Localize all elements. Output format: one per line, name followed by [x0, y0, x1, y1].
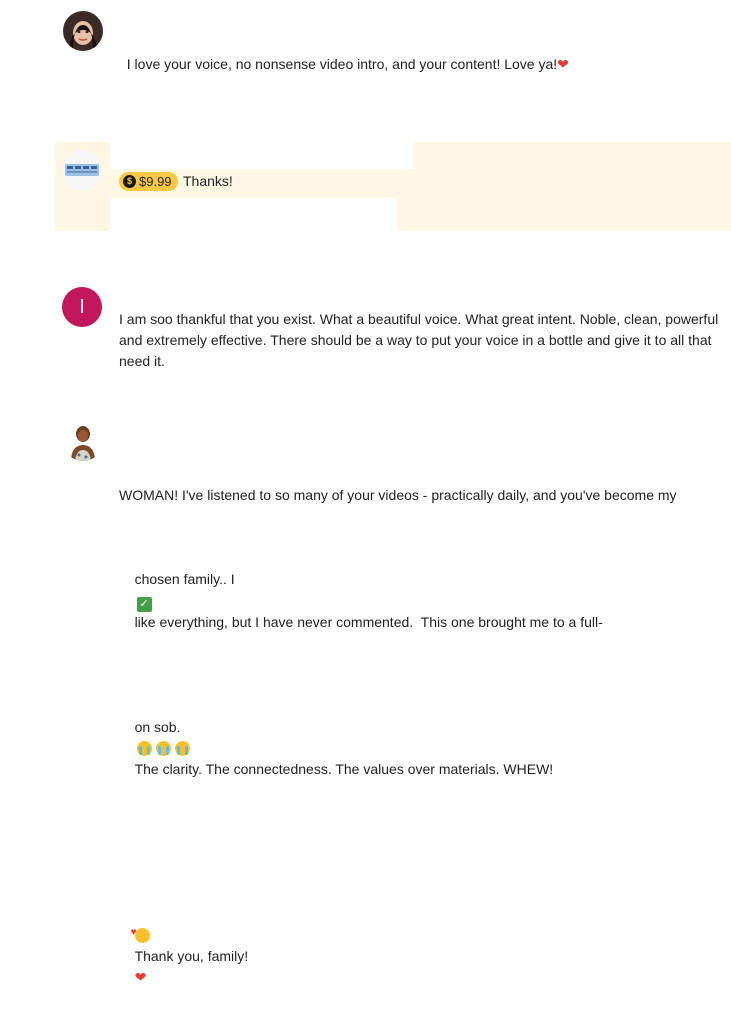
- avatar[interactable]: [63, 421, 103, 461]
- channel-logo-icon: [62, 150, 102, 190]
- heart-emoji-icon: ❤: [557, 56, 569, 72]
- smiling-face-with-hearts-icon: [131, 922, 150, 943]
- check-mark-icon: ✓: [136, 597, 152, 612]
- comment-text: WOMAN! I've listened to so many of your …: [119, 443, 719, 1030]
- comment-line: WOMAN! I've listened to so many of your …: [119, 487, 677, 503]
- highlight-mask: [110, 198, 397, 231]
- heart-emoji-icon: ❤: [134, 969, 147, 985]
- avatar[interactable]: [63, 11, 103, 51]
- comment-line: chosen family.. I ✓ like everything, but…: [134, 571, 603, 630]
- comment-line: on sob. The clarity. The connectedness. …: [134, 719, 554, 777]
- super-chat-amount: $9.99: [139, 174, 172, 189]
- avatar[interactable]: [62, 150, 102, 190]
- super-chat-message: Thanks!: [183, 173, 233, 189]
- crying-face-icon: [136, 741, 152, 756]
- avatar-initial[interactable]: I: [62, 287, 102, 327]
- super-chat-amount-badge: $ $9.99: [119, 172, 178, 191]
- comment-text: I am soo thankful that you exist. What a…: [119, 311, 719, 369]
- profile-photo-icon: [63, 11, 103, 51]
- dollar-shield-icon: $: [123, 175, 136, 188]
- crying-face-icon: [155, 741, 171, 756]
- profile-photo-icon: [63, 421, 103, 461]
- comment-line: Thank you, family! ❤: [119, 904, 719, 1009]
- line-spacer: [119, 843, 719, 862]
- highlight-mask: [110, 142, 414, 169]
- comment-text: I love your voice, no nonsense video int…: [126, 56, 569, 72]
- crying-face-icon: [174, 741, 190, 756]
